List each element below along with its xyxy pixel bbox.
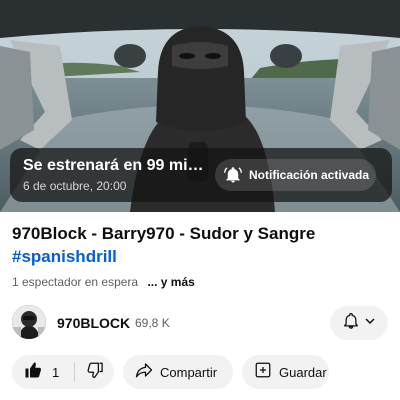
like-count: 1 xyxy=(52,364,60,380)
like-button[interactable]: 1 xyxy=(12,355,74,389)
save-button[interactable]: Guardar xyxy=(242,355,329,389)
subscriber-count: 69,8 K xyxy=(135,316,170,330)
share-label: Compartir xyxy=(160,364,218,380)
subscription-bell-button[interactable] xyxy=(330,306,388,340)
channel-avatar[interactable] xyxy=(12,305,46,339)
bell-icon xyxy=(342,312,360,335)
premiere-countdown: Se estrenará en 99 minu… xyxy=(23,157,213,174)
notification-active-button[interactable]: Notificación activada xyxy=(215,159,376,191)
video-meta[interactable]: 1 espectador en espera ... y más xyxy=(12,275,195,289)
premiere-date: 6 de octubre, 20:00 xyxy=(23,179,127,193)
save-label: Guardar xyxy=(279,364,327,380)
channel-name[interactable]: 970BLOCK xyxy=(57,315,130,331)
hashtag-link[interactable]: #spanishdrill xyxy=(12,245,117,269)
waiting-viewers: 1 espectador en espera xyxy=(12,275,139,289)
notification-active-label: Notificación activada xyxy=(249,168,370,182)
like-dislike-group: 1 xyxy=(12,355,114,389)
dislike-button[interactable] xyxy=(75,355,114,389)
more-link[interactable]: ... y más xyxy=(147,275,194,289)
bell-ringing-icon xyxy=(224,166,242,184)
share-button[interactable]: Compartir xyxy=(123,355,233,389)
video-title[interactable]: 970Block - Barry970 - Sudor y Sangre xyxy=(12,222,392,246)
channel-row: 970BLOCK 69,8 K xyxy=(12,305,388,341)
chevron-down-icon xyxy=(364,314,376,332)
add-to-playlist-icon xyxy=(254,361,272,384)
thumbs-up-icon xyxy=(24,361,42,384)
video-player[interactable]: Se estrenará en 99 minu… 6 de octubre, 2… xyxy=(0,0,400,212)
share-arrow-icon xyxy=(135,361,153,384)
thumbs-down-icon xyxy=(86,361,104,384)
premiere-banner: Se estrenará en 99 minu… 6 de octubre, 2… xyxy=(10,148,392,202)
